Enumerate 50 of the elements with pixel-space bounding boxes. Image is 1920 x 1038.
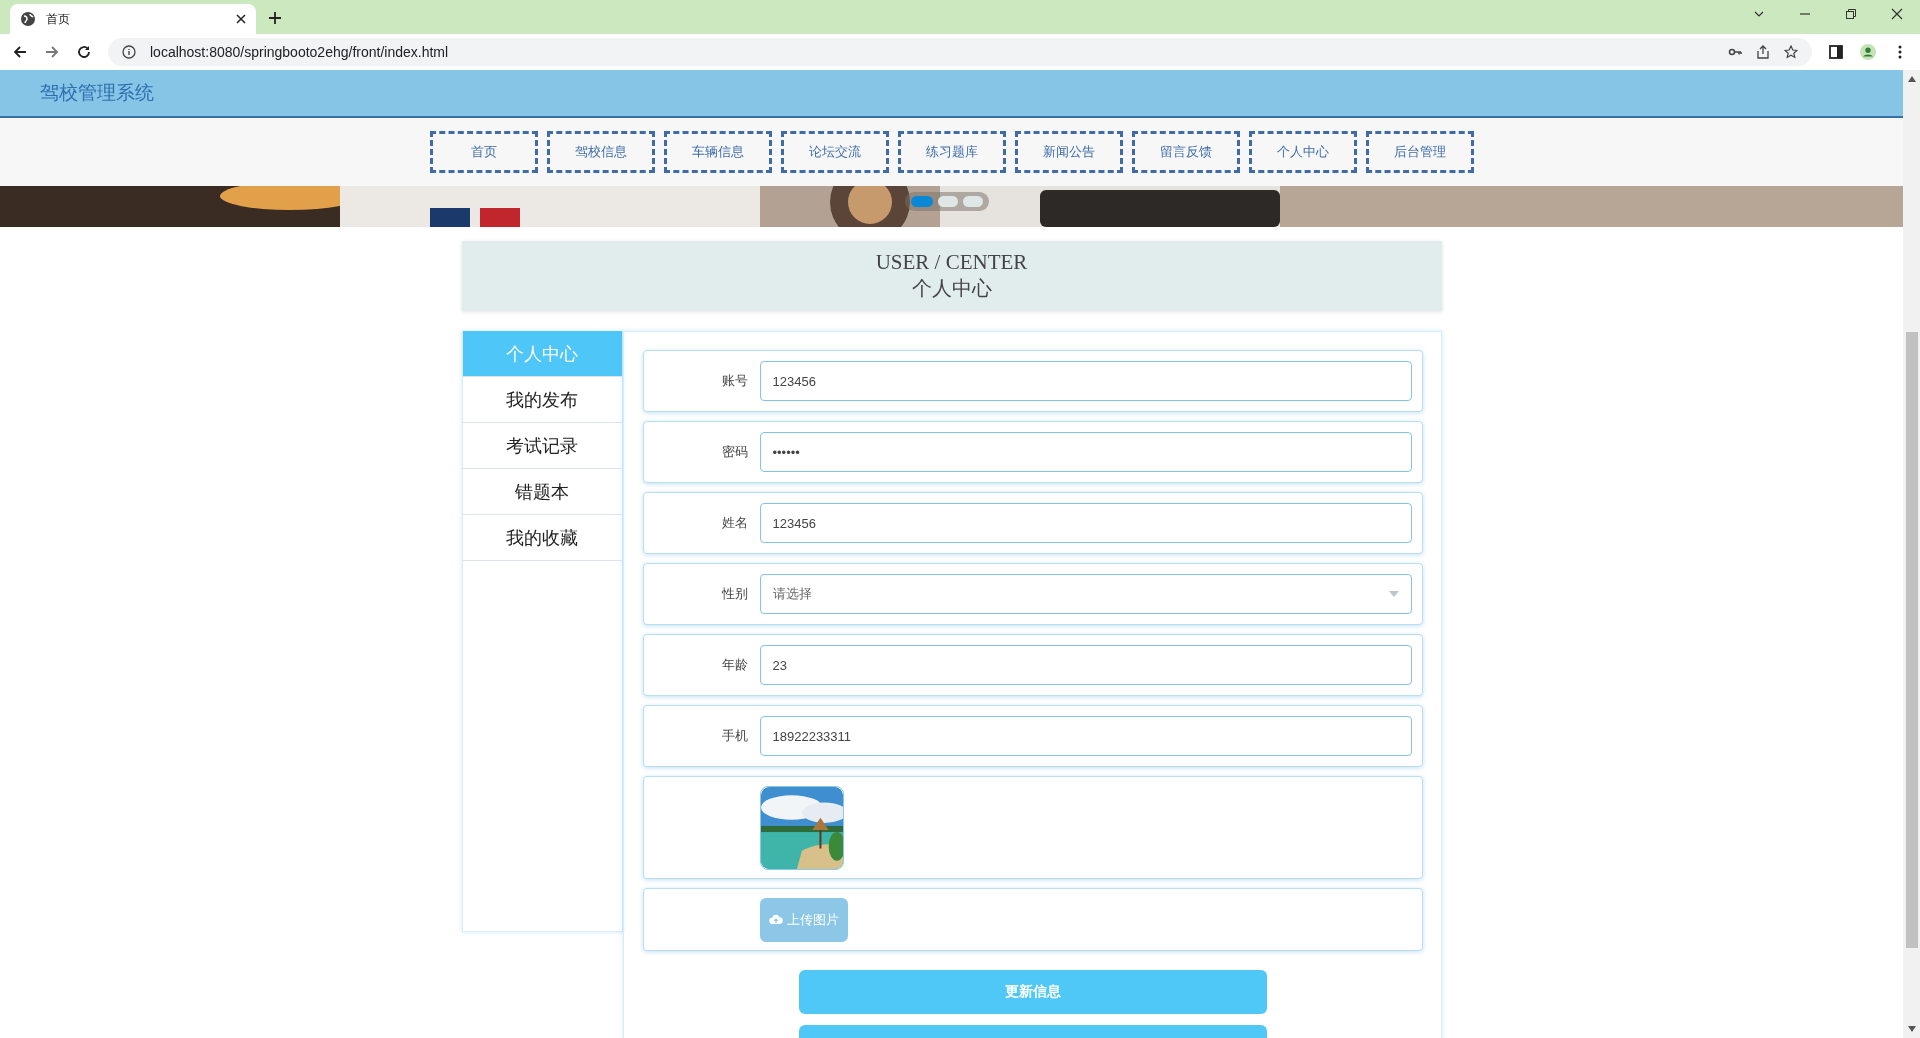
browser-tab[interactable]: 首页 [10,4,256,34]
input-field[interactable]: 23 [759,645,1412,685]
input-field[interactable]: 18922233311 [759,716,1412,756]
back-icon[interactable] [12,44,28,60]
input-field[interactable]: 123456 [759,361,1412,401]
section-subtitle: 个人中心 [911,276,992,301]
scroll-down-icon[interactable] [1907,1026,1916,1032]
nav-link[interactable]: 驾校信息 [546,131,655,173]
scrollbar-thumb[interactable] [1905,332,1918,948]
scroll-up-icon[interactable] [1907,76,1916,82]
info-icon [122,45,136,59]
sidebar-item[interactable]: 我的收藏 [462,515,622,561]
field-label: 账号 [720,372,749,390]
nav-link[interactable]: 后台管理 [1365,131,1474,173]
new-tab-icon[interactable] [268,11,282,25]
close-icon[interactable] [1891,8,1903,20]
nav-link[interactable]: 新闻公告 [1014,131,1123,173]
section-title: USER / CENTER [875,250,1028,275]
input-field[interactable]: 123456 [759,503,1412,543]
profile-icon[interactable] [1860,44,1876,60]
nav-link[interactable]: 练习题库 [897,131,1006,173]
restore-icon[interactable] [1845,8,1857,20]
field-label: 姓名 [720,514,749,532]
field-label: 手机 [720,727,749,745]
close-icon[interactable] [236,14,246,24]
nav-link[interactable]: 论坛交流 [780,131,889,173]
cloud-upload-icon [768,914,783,925]
tab-title: 首页 [46,10,71,28]
star-icon[interactable] [1784,45,1798,59]
sidebar-item[interactable]: 错题本 [462,469,622,515]
sidebar-item[interactable]: 我的发布 [462,377,622,423]
select-field[interactable]: 请选择 [759,574,1412,614]
sidebar-item[interactable]: 考试记录 [462,423,622,469]
reload-icon[interactable] [76,44,92,60]
field-label: 性别 [720,585,749,603]
caret-icon [1388,591,1399,597]
nav-link[interactable]: 留言反馈 [1131,131,1240,173]
url-text: localhost:8080/springbooto2ehg/front/index.html [150,44,449,60]
nav-link[interactable]: 车辆信息 [663,131,772,173]
share-icon[interactable] [1756,45,1770,59]
scrollbar[interactable] [1903,70,1920,1038]
forward-icon[interactable] [44,44,60,60]
nav-link[interactable]: 个人中心 [1248,131,1357,173]
side-panel-icon[interactable] [1828,44,1844,60]
nav-link[interactable]: 首页 [429,131,538,173]
field-label: 年龄 [720,656,749,674]
site-title: 驾校管理系统 [40,81,154,105]
input-field[interactable]: •••••• [759,432,1412,472]
field-label: 密码 [720,443,749,461]
address-bar[interactable]: localhost:8080/springbooto2ehg/front/index.html [108,38,1812,66]
